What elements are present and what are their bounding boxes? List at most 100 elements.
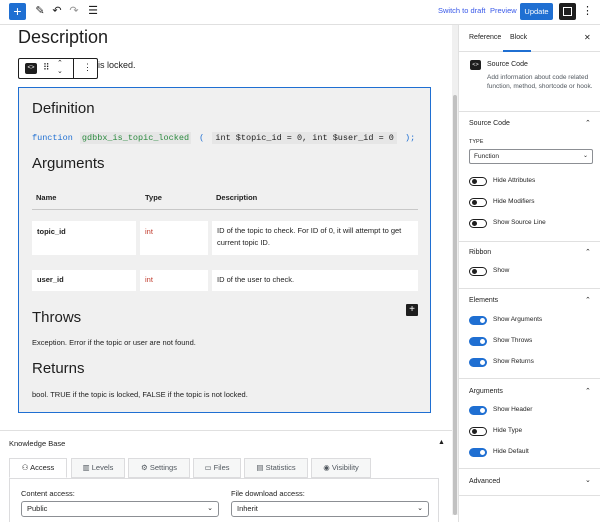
toggle-switch[interactable] bbox=[469, 316, 487, 325]
redo-icon[interactable]: ↷ bbox=[67, 4, 81, 18]
toolbar-divider bbox=[73, 59, 74, 78]
code-block-icon[interactable]: <> bbox=[25, 63, 37, 74]
toggle-switch[interactable] bbox=[469, 358, 487, 367]
open-paren: ( bbox=[199, 133, 205, 143]
panel-divider bbox=[459, 241, 600, 242]
block-card-title: Source Code bbox=[487, 61, 528, 68]
toggle-switch[interactable] bbox=[469, 219, 487, 228]
active-tab-indicator bbox=[503, 50, 531, 52]
tab-label: Files bbox=[213, 463, 230, 472]
editor-canvas: Description <> ⠿ ⌃ ⌄ ⋮ is locked. Definit… bbox=[0, 25, 452, 430]
select-value: Function bbox=[474, 153, 499, 160]
function-keyword: function bbox=[32, 133, 73, 143]
settings-toggle-icon[interactable] bbox=[559, 3, 576, 20]
toggle-label: Hide Default bbox=[493, 448, 529, 455]
toggle-switch[interactable] bbox=[469, 337, 487, 346]
eye-icon: ◉ bbox=[323, 463, 330, 472]
toggle-switch[interactable] bbox=[469, 198, 487, 207]
panel-divider bbox=[459, 468, 600, 469]
chevron-up-icon[interactable]: ⌃ bbox=[585, 248, 591, 256]
add-block-button[interactable]: + bbox=[9, 3, 26, 20]
file-download-select[interactable]: Inherit ⌄ bbox=[231, 501, 429, 517]
panel-title-source-code[interactable]: Source Code bbox=[469, 120, 510, 127]
panel-divider bbox=[459, 495, 600, 496]
list-view-icon[interactable]: ☰ bbox=[86, 4, 100, 18]
table-cell-type: int bbox=[140, 221, 208, 255]
close-paren: ); bbox=[405, 133, 416, 143]
toggle-switch[interactable] bbox=[469, 427, 487, 436]
toggle-label: Show Header bbox=[493, 406, 533, 413]
content-access-select[interactable]: Public ⌄ bbox=[21, 501, 219, 517]
chevron-down-icon[interactable]: ⌄ bbox=[585, 476, 591, 484]
tab-reference[interactable]: Reference bbox=[469, 34, 501, 41]
panel-title-advanced[interactable]: Advanced bbox=[469, 478, 500, 485]
tab-label: Statistics bbox=[265, 463, 296, 472]
tab-access[interactable]: ⚇ Access bbox=[9, 458, 67, 478]
toggle-label: Show Arguments bbox=[493, 316, 543, 323]
more-options-icon[interactable]: ⋮ bbox=[582, 4, 593, 17]
toggle-label: Show Throws bbox=[493, 337, 533, 344]
toggle-label: Show Returns bbox=[493, 358, 534, 365]
throws-heading: Throws bbox=[32, 309, 82, 326]
paragraph-text[interactable]: is locked. bbox=[98, 60, 136, 70]
chevron-down-icon: ⌄ bbox=[417, 505, 423, 512]
move-up-down-icon[interactable]: ⌃ ⌄ bbox=[57, 60, 63, 76]
table-cell-description: ID of the user to check. bbox=[212, 270, 418, 291]
panel-title-elements[interactable]: Elements bbox=[469, 297, 498, 304]
function-name: gdbbx_is_topic_locked bbox=[79, 132, 192, 144]
block-card-description: Add information about code related funct… bbox=[487, 74, 593, 90]
tab-label: Visibility bbox=[331, 463, 359, 472]
tab-statistics[interactable]: ▤ Statistics bbox=[244, 458, 308, 478]
content-access-label: Content access: bbox=[21, 489, 75, 498]
folder-icon: ▭ bbox=[204, 463, 212, 472]
code-block-icon: <> bbox=[470, 60, 481, 70]
definition-heading: Definition bbox=[32, 100, 95, 117]
source-code-block[interactable]: Definition function gdbbx_is_topic_locke… bbox=[18, 87, 431, 413]
toggle-switch[interactable] bbox=[469, 406, 487, 415]
panel-title-ribbon[interactable]: Ribbon bbox=[469, 249, 491, 256]
block-options-icon[interactable]: ⋮ bbox=[83, 62, 92, 73]
description-heading[interactable]: Description bbox=[18, 27, 108, 48]
column-header-description: Description bbox=[216, 193, 258, 202]
chart-bars-icon: ▥ bbox=[82, 463, 90, 472]
knowledge-base-title: Knowledge Base bbox=[9, 439, 66, 448]
type-select[interactable]: Function ⌄ bbox=[469, 149, 593, 164]
knowledge-base-panel: Knowledge Base ▲ ⚇ Access ▥ Levels ⚙ Set… bbox=[0, 430, 452, 522]
table-cell-name: topic_id bbox=[32, 221, 136, 255]
block-toolbar: <> ⠿ ⌃ ⌄ ⋮ bbox=[18, 58, 98, 79]
tab-files[interactable]: ▭ Files bbox=[193, 458, 241, 478]
settings-icon: ⚙ bbox=[141, 463, 148, 472]
undo-icon[interactable]: ↶ bbox=[50, 4, 64, 18]
drag-handle-icon[interactable]: ⠿ bbox=[43, 62, 50, 73]
scrollbar-thumb[interactable] bbox=[453, 95, 457, 515]
preview-link[interactable]: Preview bbox=[490, 6, 517, 15]
update-button[interactable]: Update bbox=[520, 3, 553, 20]
users-icon: ⚇ bbox=[21, 463, 29, 472]
close-icon[interactable]: ✕ bbox=[584, 33, 591, 42]
pencil-icon[interactable]: ✎ bbox=[33, 4, 47, 18]
table-header-divider bbox=[32, 209, 418, 210]
tab-label: Levels bbox=[91, 463, 114, 472]
function-signature: function gdbbx_is_topic_locked ( int $to… bbox=[32, 131, 418, 145]
returns-text: bool. TRUE if the topic is locked, FALSE… bbox=[32, 390, 248, 399]
chevron-down-icon: ⌄ bbox=[582, 153, 588, 159]
toggle-switch[interactable] bbox=[469, 267, 487, 276]
tab-visibility[interactable]: ◉ Visibility bbox=[311, 458, 371, 478]
chevron-up-icon[interactable]: ⌃ bbox=[585, 296, 591, 304]
tab-levels[interactable]: ▥ Levels bbox=[71, 458, 125, 478]
switch-to-draft-link[interactable]: Switch to draft bbox=[438, 6, 486, 15]
column-header-name: Name bbox=[36, 193, 57, 202]
table-cell-description: ID of the topic to check. For ID of 0, i… bbox=[212, 221, 418, 255]
chevron-up-icon[interactable]: ⌃ bbox=[585, 387, 591, 395]
collapse-icon[interactable]: ▲ bbox=[438, 439, 445, 446]
add-block-inline-button[interactable]: + bbox=[406, 304, 418, 316]
select-value: Inherit bbox=[237, 504, 258, 513]
toggle-switch[interactable] bbox=[469, 448, 487, 457]
panel-title-arguments[interactable]: Arguments bbox=[469, 388, 503, 395]
chevron-up-icon[interactable]: ⌃ bbox=[585, 119, 591, 127]
tab-block[interactable]: Block bbox=[510, 34, 527, 41]
toggle-label: Show bbox=[493, 267, 510, 274]
panel-divider bbox=[459, 288, 600, 289]
tab-settings[interactable]: ⚙ Settings bbox=[128, 458, 190, 478]
toggle-switch[interactable] bbox=[469, 177, 487, 186]
